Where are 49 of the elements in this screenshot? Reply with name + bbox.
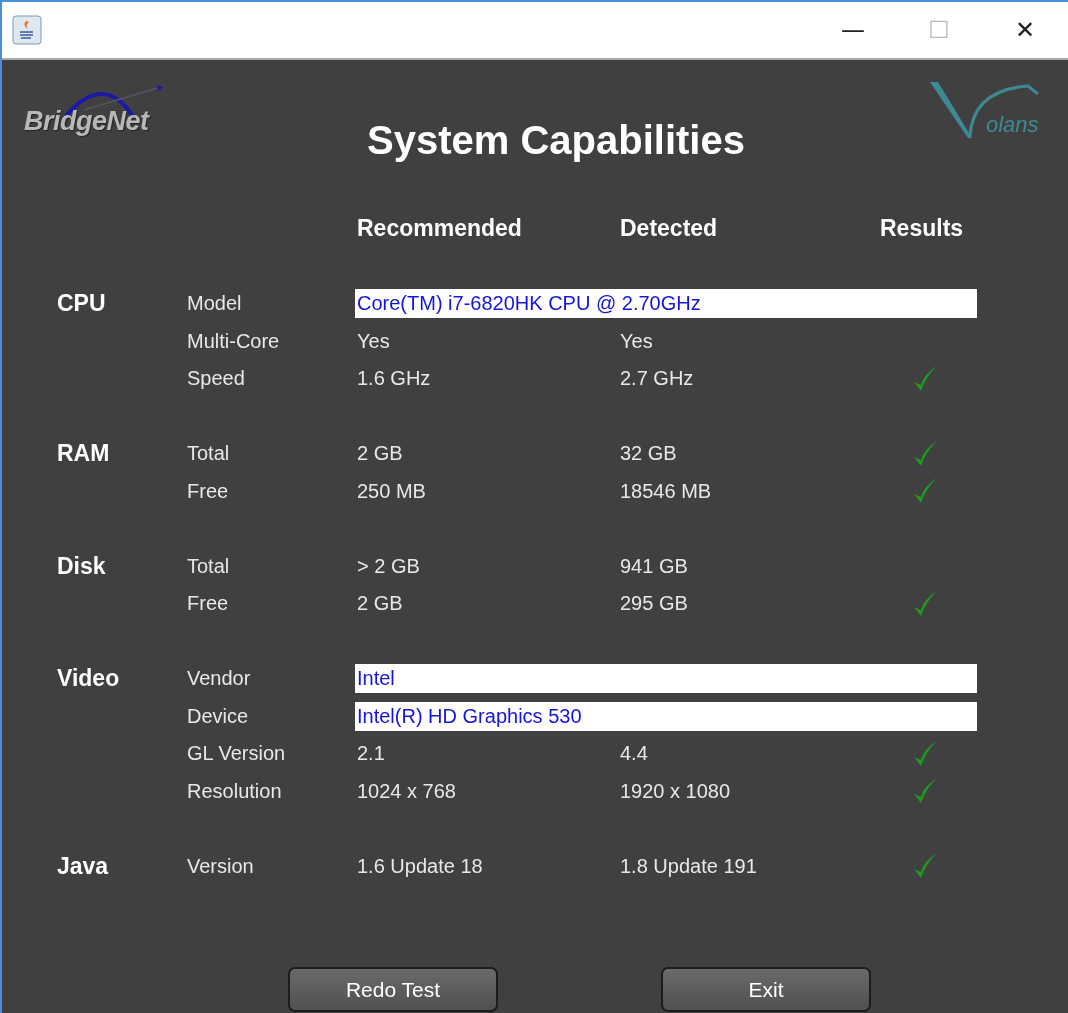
logo-text: olans — [986, 112, 1040, 138]
value-field: Core(TM) i7-6820HK CPU @ 2.70GHz — [355, 289, 977, 319]
recommended-value: 250 MB — [357, 479, 427, 503]
recommended-value: > 2 GB — [357, 554, 421, 578]
action-button[interactable]: Exit — [661, 967, 871, 1012]
row-label: Free — [187, 479, 230, 503]
detected-value: 18546 MB — [620, 479, 713, 503]
recommended-value: 2.1 — [357, 742, 386, 766]
row-label: Model — [187, 292, 243, 316]
recommended-value: 1024 x 768 — [357, 779, 457, 803]
action-button[interactable]: Redo Test — [288, 967, 498, 1012]
close-button[interactable]: ✕ — [982, 2, 1068, 58]
group-label: CPU — [57, 290, 107, 318]
row-label: GL Version — [187, 742, 287, 766]
row-label: Free — [187, 592, 230, 616]
column-header: Detected — [620, 215, 719, 243]
detected-value: 941 GB — [620, 554, 689, 578]
group-label: Disk — [57, 552, 107, 580]
value-field: Intel(R) HD Graphics 530 — [355, 701, 977, 731]
recommended-value: 1.6 GHz — [357, 367, 432, 391]
recommended-value: 2 GB — [357, 592, 404, 616]
detected-value: 4.4 — [620, 742, 649, 766]
logo-text: BridgeNet — [24, 106, 151, 137]
recommended-value: 1.6 Update 18 — [357, 854, 484, 878]
value-field: Intel — [355, 664, 977, 694]
detected-value: 2.7 GHz — [620, 367, 695, 391]
row-label: Vendor — [187, 667, 252, 691]
row-label: Total — [187, 554, 231, 578]
group-label: RAM — [57, 440, 111, 468]
detected-value: 1.8 Update 191 — [620, 854, 758, 878]
recommended-value: Yes — [357, 329, 391, 353]
row-label: Resolution — [187, 779, 283, 803]
group-label: Video — [57, 665, 121, 693]
detected-value: 1920 x 1080 — [620, 779, 732, 803]
detected-value: Yes — [620, 329, 654, 353]
group-label: Java — [57, 852, 110, 880]
detected-value: 32 GB — [620, 442, 678, 466]
row-label: Device — [187, 704, 250, 728]
recommended-value: 2 GB — [357, 442, 404, 466]
minimize-button[interactable]: — — [810, 2, 896, 58]
row-label: Total — [187, 442, 231, 466]
column-header: Results — [880, 215, 965, 243]
detected-value: 295 GB — [620, 592, 689, 616]
row-label: Version — [187, 854, 255, 878]
page-title: System Capabilities — [367, 118, 745, 163]
column-header: Recommended — [357, 215, 523, 243]
java-app-icon — [12, 15, 42, 45]
row-label: Speed — [187, 367, 246, 391]
row-label: Multi-Core — [187, 329, 281, 353]
